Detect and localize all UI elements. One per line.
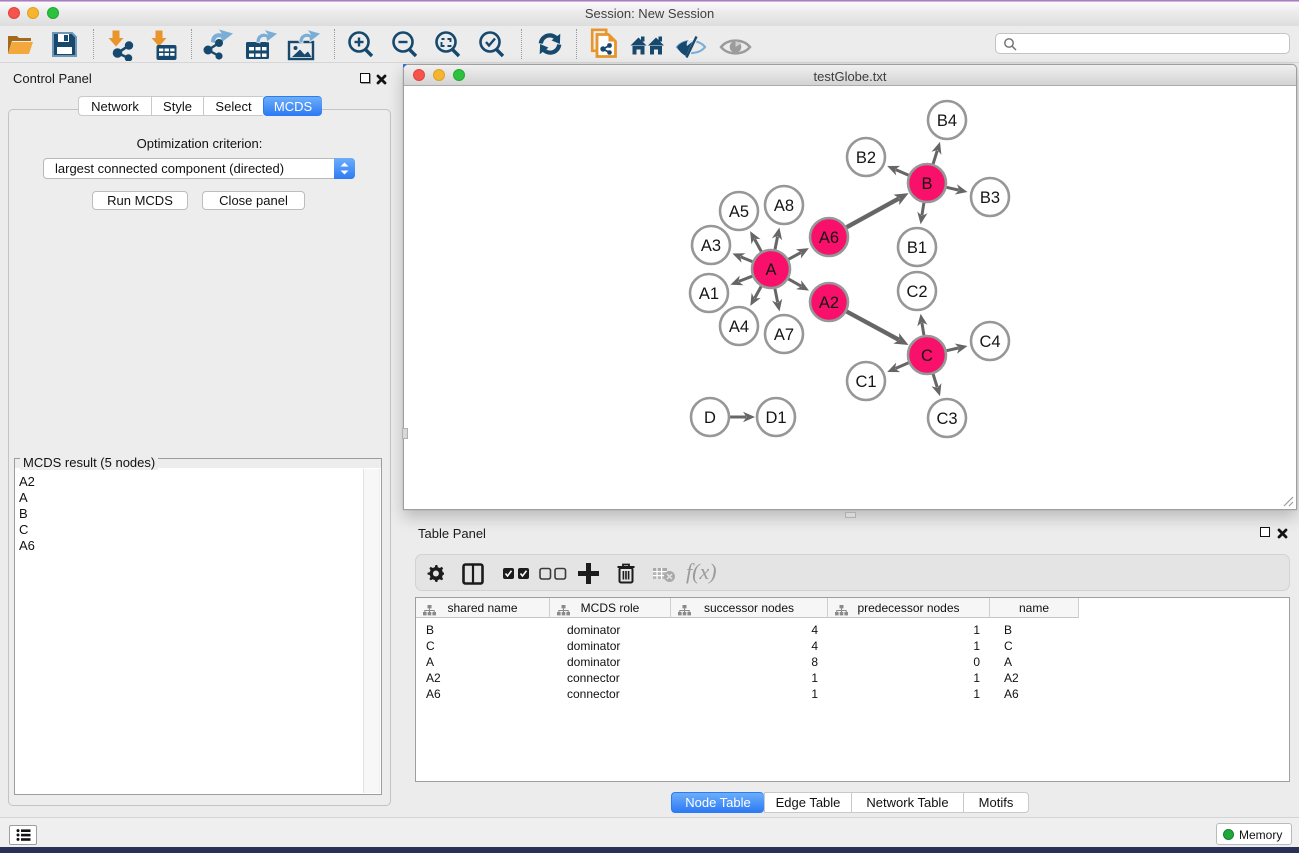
svg-text:A8: A8 (774, 197, 794, 215)
svg-text:A2: A2 (819, 294, 839, 312)
svg-text:B1: B1 (907, 239, 927, 257)
svg-text:B2: B2 (856, 149, 876, 167)
svg-text:D1: D1 (765, 409, 786, 427)
svg-text:D: D (704, 409, 716, 427)
svg-text:A: A (765, 261, 776, 279)
svg-text:C1: C1 (855, 373, 876, 391)
svg-text:A7: A7 (774, 326, 794, 344)
svg-text:C3: C3 (936, 410, 957, 428)
svg-text:A4: A4 (729, 318, 749, 336)
svg-text:C: C (921, 347, 933, 365)
svg-text:B4: B4 (937, 112, 957, 130)
svg-text:A6: A6 (819, 229, 839, 247)
svg-text:B: B (921, 175, 932, 193)
svg-text:A3: A3 (701, 237, 721, 255)
svg-text:C2: C2 (906, 283, 927, 301)
svg-text:A1: A1 (699, 285, 719, 303)
svg-text:B3: B3 (980, 189, 1000, 207)
svg-text:C4: C4 (979, 333, 1000, 351)
svg-text:A5: A5 (729, 203, 749, 221)
